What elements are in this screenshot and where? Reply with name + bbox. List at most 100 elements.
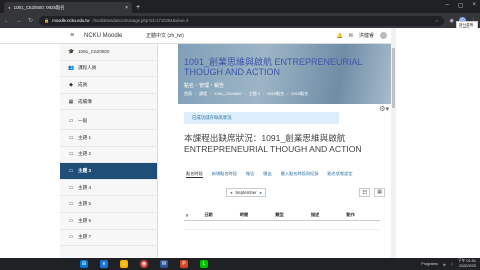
breadcrumb-separator: /: [195, 91, 197, 96]
month-label: September: [235, 190, 257, 196]
banner-subtitle: 點名・管理・報告: [184, 83, 225, 89]
sidebar-item-label: 主題 4: [78, 184, 92, 190]
table-row: [184, 224, 380, 231]
folder-icon: ▭: [68, 118, 74, 125]
breadcrumb-link[interactable]: 0925點名: [267, 91, 284, 97]
prev-month-icon[interactable]: ◂: [230, 190, 232, 196]
folder-icon: ▭: [68, 184, 74, 191]
sidebar-item-label: 1091_C620500: [78, 49, 110, 55]
sidebar-item-label: 一般: [78, 118, 88, 124]
day-view-button[interactable]: 日: [359, 188, 371, 198]
hamburger-icon[interactable]: ≡: [66, 32, 78, 39]
column-header: 日期: [202, 210, 238, 222]
sidebar-item[interactable]: ▭ 主題 2: [60, 147, 157, 164]
sidebar-item[interactable]: ▦ 成績簿: [60, 94, 157, 111]
tab-1[interactable]: 新增點名時段: [212, 171, 237, 178]
folder-icon: ▭: [68, 134, 74, 141]
new-tab-icon[interactable]: +: [136, 4, 140, 11]
browser-tab[interactable]: ● 1091_C620500: 0925點名 ×: [4, 2, 132, 13]
breadcrumb-separator: /: [210, 91, 212, 96]
address-bar[interactable]: 🔒 moodle.ncku.edu.tw/mod/attendance/mana…: [39, 15, 444, 26]
maximize-icon[interactable]: ▢: [458, 2, 464, 9]
message-icon[interactable]: ✉: [349, 33, 353, 39]
star-icon[interactable]: ☆: [435, 18, 439, 23]
volume-icon[interactable]: ♪: [451, 262, 453, 266]
tab-5[interactable]: 點名狀態設定: [327, 171, 352, 178]
language-menu[interactable]: 正體中文 (zh_tw): [146, 32, 184, 39]
site-brand[interactable]: NCKU Moodle: [78, 33, 146, 39]
sidebar-item[interactable]: 🎓 1091_C620500: [60, 44, 157, 61]
tab-title: 1091_C620500: 0925點名: [13, 4, 65, 10]
sidebar-item[interactable]: ▭ 主題 3: [60, 163, 157, 180]
breadcrumb-link[interactable]: 1091_C620500: [214, 91, 241, 97]
breadcrumb-separator: /: [244, 91, 246, 96]
folder-icon: ▭: [68, 217, 74, 224]
close-window-icon[interactable]: ×: [472, 2, 476, 9]
sidebar-item-label: 主題 3: [78, 167, 92, 173]
column-header: #: [184, 210, 203, 222]
sessions-table: # 日期 時間 類型 描述 動作: [184, 210, 380, 222]
graduation-cap-icon: 🎓: [68, 48, 75, 55]
sidebar-item[interactable]: ▭ 主題 7: [60, 230, 157, 247]
user-avatar[interactable]: [380, 32, 387, 39]
folder-icon[interactable]: ▭: [120, 260, 128, 268]
close-tab-icon[interactable]: ×: [125, 5, 128, 11]
back-icon[interactable]: ←: [4, 18, 10, 24]
column-header: 類型: [273, 210, 309, 222]
word-icon[interactable]: W: [160, 260, 168, 268]
success-notice: 已成功儲存缺席狀況: [184, 112, 339, 124]
folder-icon: ▭: [68, 151, 74, 158]
wifi-icon[interactable]: ≋: [443, 262, 446, 267]
sidebar-item-label: 成績簿: [78, 98, 92, 104]
tab-3[interactable]: 匯出: [263, 171, 271, 178]
reload-icon[interactable]: ↻: [28, 17, 33, 24]
extension-icon[interactable]: ◉: [450, 18, 454, 24]
people-icon: 👥: [68, 65, 75, 72]
column-header: 時間: [237, 210, 274, 222]
month-selector-row: ◂ September ▸ 日 ▦: [178, 188, 391, 198]
chrome-icon[interactable]: ◉: [140, 260, 148, 268]
sidebar-item[interactable]: ▭ 主題 5: [60, 196, 157, 213]
settings-gear-icon[interactable]: ⚙▾: [379, 105, 389, 113]
moodle-navbar: ≡ NCKU Moodle 正體中文 (zh_tw) 🔔 ✉ 洪健睿: [0, 28, 391, 44]
breadcrumb-link[interactable]: 主題 3: [249, 91, 260, 97]
breadcrumb: 首頁 / 課程/1091_C620500/主題 3/0925點名/0925點名: [184, 91, 308, 97]
forward-icon[interactable]: →: [16, 18, 22, 24]
sidebar-item[interactable]: ▭ 主題 1: [60, 130, 157, 147]
tab-4[interactable]: 匯入點名時段與紀錄: [281, 171, 319, 178]
folder-icon: ▭: [68, 201, 74, 208]
notification-bell-icon[interactable]: 🔔: [337, 33, 343, 39]
edge-icon[interactable]: e: [100, 260, 108, 268]
sidebar-item[interactable]: ◆ 成員: [60, 77, 157, 94]
favicon-icon: ●: [8, 5, 11, 10]
empty-area: [396, 28, 480, 270]
main-content: 1091_創業思維與啟航 ENTREPRENEURIAL THOUGH AND …: [178, 44, 391, 270]
powerpoint-icon[interactable]: P: [180, 260, 188, 268]
sidebar-item[interactable]: ▭ 主題 4: [60, 180, 157, 197]
lock-icon: 🔒: [44, 17, 50, 23]
url-host: moodle.ncku.edu.tw: [52, 18, 90, 23]
tab-0[interactable]: 點名時段: [186, 171, 203, 179]
month-selector[interactable]: ◂ September ▸: [226, 188, 266, 198]
breadcrumb-link[interactable]: 0925點名: [291, 91, 308, 97]
start-icon[interactable]: ⊞: [80, 260, 88, 268]
line-icon[interactable]: L: [200, 260, 208, 268]
user-name[interactable]: 洪健睿: [359, 32, 374, 39]
sidebar-item-label: 成員: [78, 81, 88, 87]
sidebar-item-label: 主題 6: [78, 217, 92, 223]
minimize-icon[interactable]: –: [445, 2, 448, 9]
sidebar-item-label: 主題 1: [78, 134, 92, 140]
sidebar-item-label: 主題 2: [78, 151, 92, 157]
sidebar-item[interactable]: ▭ 一般: [60, 113, 157, 130]
course-sidebar: 🎓 1091_C620500 👥 課程人員 ◆ 成員 ▦ 成績簿 ▭ 一般 ▭ 主題 1 ▭ 主題 2 ▭ 主…: [60, 44, 158, 270]
sidebar-item[interactable]: ▭ 主題 6: [60, 213, 157, 230]
breadcrumb-link[interactable]: 首頁: [184, 91, 192, 97]
sidebar-item[interactable]: 👥 課程人員: [60, 61, 157, 78]
tab-2[interactable]: 報告: [246, 171, 254, 178]
programs-label[interactable]: Programs: [421, 262, 437, 266]
next-month-icon[interactable]: ▸: [260, 190, 262, 196]
all-view-button[interactable]: ▦: [374, 188, 385, 198]
breadcrumb-link[interactable]: 課程: [199, 91, 207, 97]
clock[interactable]: 下午 01:51 2020/9/25: [458, 259, 476, 268]
scrollbar-thumb[interactable]: [392, 48, 395, 108]
